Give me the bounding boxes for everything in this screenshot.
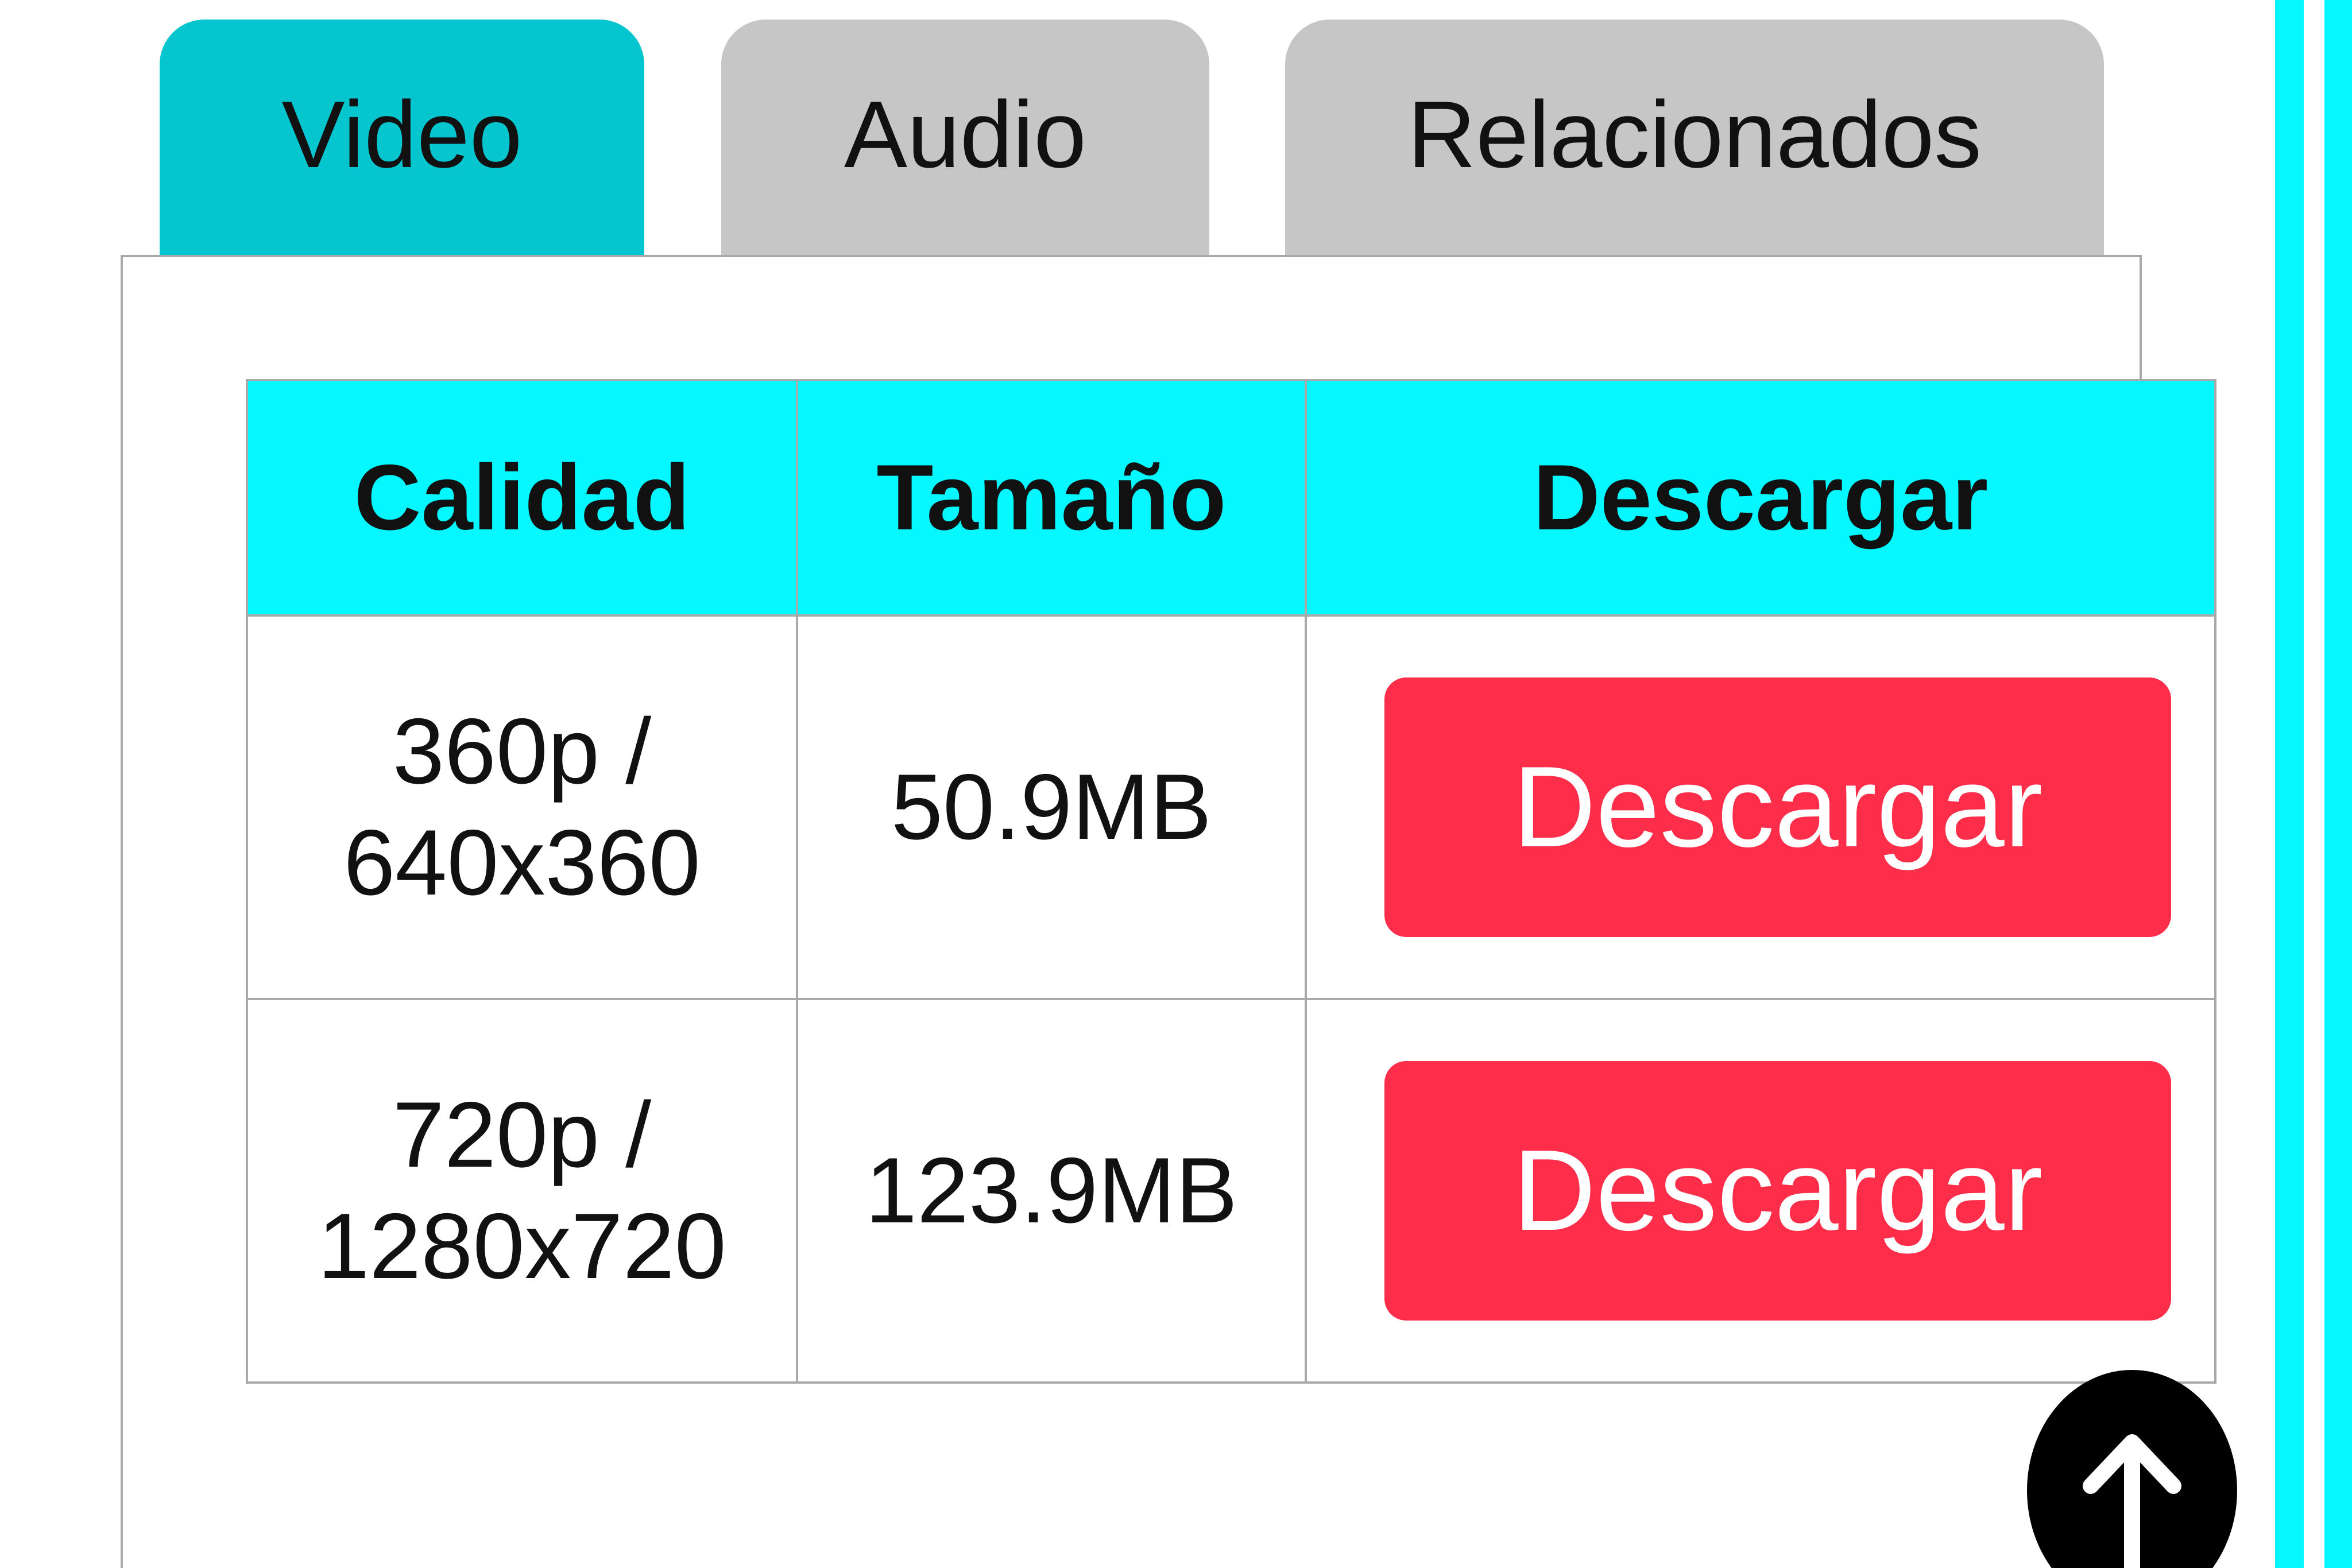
page: Video Audio Relacionados Calidad Tamaño … [0, 0, 2352, 1568]
download-button[interactable]: Descargar [1384, 677, 2171, 937]
size-cell: 50.9MB [796, 614, 1307, 1000]
quality-label: 360p / 640x360 [343, 699, 701, 915]
header-size: Tamaño [796, 379, 1307, 617]
download-cell: Descargar [1305, 998, 2216, 1384]
tab-related[interactable]: Relacionados [1285, 20, 2104, 255]
download-cell: Descargar [1305, 614, 2216, 1000]
edge-stripe [2275, 0, 2304, 1568]
table-row: 360p / 640x360 50.9MB Descargar [246, 614, 2216, 1000]
download-button[interactable]: Descargar [1384, 1061, 2171, 1321]
edge-stripe [2324, 0, 2352, 1568]
tab-video[interactable]: Video [160, 20, 644, 255]
table-header-row: Calidad Tamaño Descargar [246, 379, 2216, 617]
quality-cell: 720p / 1280x720 [246, 998, 798, 1384]
size-cell: 123.9MB [796, 998, 1307, 1384]
quality-label: 720p / 1280x720 [318, 1082, 726, 1298]
header-quality: Calidad [246, 379, 798, 617]
header-download: Descargar [1305, 379, 2216, 617]
table-row: 720p / 1280x720 123.9MB Descargar [246, 998, 2216, 1384]
download-table: Calidad Tamaño Descargar 360p / 640x360 … [246, 379, 2216, 1384]
quality-cell: 360p / 640x360 [246, 614, 798, 1000]
tab-audio[interactable]: Audio [721, 20, 1209, 255]
arrow-up-icon [2083, 1434, 2181, 1568]
